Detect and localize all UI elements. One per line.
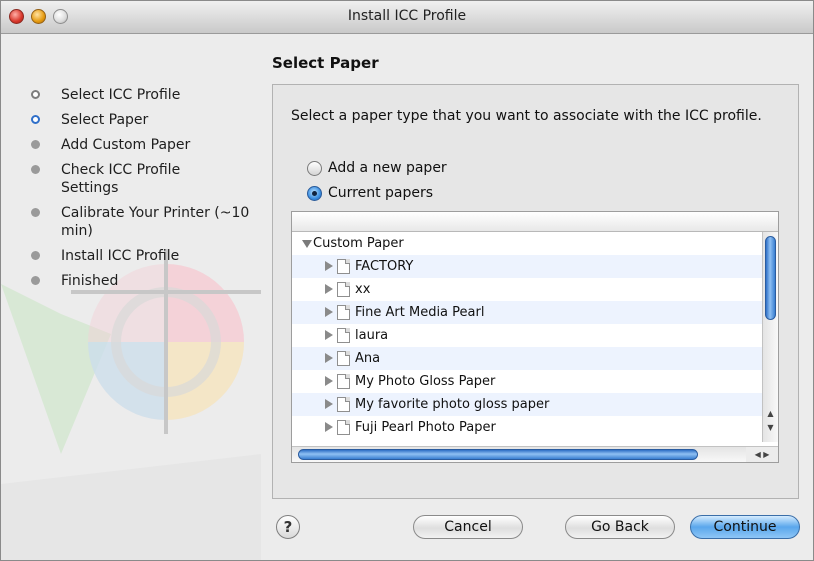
tree-row[interactable]: xx (292, 278, 762, 301)
step-select-paper: Select Paper (31, 111, 261, 129)
title-bar[interactable]: Install ICC Profile (1, 1, 813, 34)
disclosure-triangle-icon[interactable] (325, 353, 333, 363)
disclosure-triangle-icon[interactable] (325, 261, 333, 271)
bullet-icon (31, 140, 40, 149)
tree-row[interactable]: My Photo Gloss Paper (292, 370, 762, 393)
table-header (292, 212, 778, 232)
step-calibrate-printer: Calibrate Your Printer (~10 min) (31, 204, 251, 240)
document-icon (337, 420, 350, 435)
tree-row[interactable]: laura (292, 324, 762, 347)
bullet-icon (31, 251, 40, 260)
disclosure-triangle-icon[interactable] (302, 240, 312, 248)
radio-label: Add a new paper (328, 160, 447, 176)
tree-row[interactable]: FACTORY (292, 255, 762, 278)
disclosure-triangle-icon[interactable] (325, 399, 333, 409)
step-label: Check ICC Profile Settings (61, 162, 181, 196)
steps-list: Select ICC Profile Select Paper Add Cust… (31, 86, 261, 297)
tree-row-label: My favorite photo gloss paper (355, 397, 550, 412)
step-label: Select ICC Profile (61, 87, 181, 103)
tree-row-label: Fine Art Media Pearl (355, 305, 485, 320)
document-icon (337, 351, 350, 366)
scroll-up-arrow-icon[interactable]: ▲ (765, 408, 776, 419)
document-icon (337, 305, 350, 320)
page-title: Select Paper (272, 54, 379, 72)
paper-tree-table[interactable]: Custom Paper FACTORY xx Fine Art Media P… (291, 211, 779, 463)
disclosure-triangle-icon[interactable] (325, 284, 333, 294)
radio-add-new-paper[interactable]: Add a new paper (307, 158, 447, 178)
step-add-custom-paper: Add Custom Paper (31, 136, 261, 154)
step-label: Install ICC Profile (61, 248, 180, 264)
tree-row[interactable]: My favorite photo gloss paper (292, 393, 762, 416)
tree-row-label: My Photo Gloss Paper (355, 374, 496, 389)
radio-label: Current papers (328, 185, 434, 201)
step-check-icc-profile-settings: Check ICC Profile Settings (31, 161, 211, 197)
disclosure-triangle-icon[interactable] (325, 307, 333, 317)
tree-row[interactable]: Fine Art Media Pearl (292, 301, 762, 324)
disclosure-triangle-icon[interactable] (325, 330, 333, 340)
vertical-scroll-thumb[interactable] (765, 236, 776, 320)
disclosure-triangle-icon[interactable] (325, 422, 333, 432)
document-icon (337, 397, 350, 412)
bullet-icon (31, 208, 40, 217)
install-icc-window: Install ICC Profile Select ICC Profile S… (0, 0, 814, 561)
disclosure-triangle-icon[interactable] (325, 376, 333, 386)
document-icon (337, 374, 350, 389)
tree-row-label: Custom Paper (313, 236, 404, 251)
window-title: Install ICC Profile (347, 8, 467, 24)
radio-current-papers[interactable]: Current papers (307, 183, 433, 203)
step-finished: Finished (31, 272, 261, 290)
vertical-scrollbar[interactable]: ▲ ▼ (762, 232, 778, 442)
tree-row[interactable]: Ana (292, 347, 762, 370)
bullet-icon (31, 276, 40, 285)
document-icon (337, 328, 350, 343)
tree-row-label: Ana (355, 351, 381, 366)
tree-row-label: xx (355, 282, 371, 297)
tree-row[interactable]: Fuji Pearl Photo Paper (292, 416, 762, 439)
cancel-button[interactable]: Cancel (413, 515, 523, 539)
tree-row-label: FACTORY (355, 259, 414, 274)
document-icon (337, 259, 350, 274)
document-icon (337, 282, 350, 297)
step-label: Finished (61, 273, 119, 289)
help-button[interactable]: ? (276, 515, 300, 539)
scroll-down-arrow-icon[interactable]: ▼ (765, 422, 776, 433)
bullet-icon (31, 90, 40, 99)
step-label: Add Custom Paper (61, 137, 191, 153)
step-label: Calibrate Your Printer (~10 min) (61, 205, 250, 239)
continue-button[interactable]: Continue (690, 515, 800, 539)
instructions-text: Select a paper type that you want to ass… (291, 108, 762, 124)
horizontal-scrollbar[interactable]: ◀ ▶ (292, 446, 778, 462)
tree-row-label: Fuji Pearl Photo Paper (355, 420, 496, 435)
tree-row-custom-paper[interactable]: Custom Paper (292, 232, 762, 255)
horizontal-scroll-thumb[interactable] (298, 449, 698, 460)
radio-selected-icon (307, 185, 322, 201)
scroll-left-right-arrows-icon[interactable]: ◀ ▶ (746, 446, 778, 462)
go-back-button[interactable]: Go Back (565, 515, 675, 539)
step-select-icc-profile: Select ICC Profile (31, 86, 261, 104)
bullet-icon (31, 115, 40, 124)
bullet-icon (31, 165, 40, 174)
step-install-icc-profile: Install ICC Profile (31, 247, 261, 265)
step-label: Select Paper (61, 112, 149, 128)
radio-icon (307, 160, 322, 176)
paper-tree-rows: Custom Paper FACTORY xx Fine Art Media P… (292, 232, 762, 439)
tree-row-label: laura (355, 328, 389, 343)
